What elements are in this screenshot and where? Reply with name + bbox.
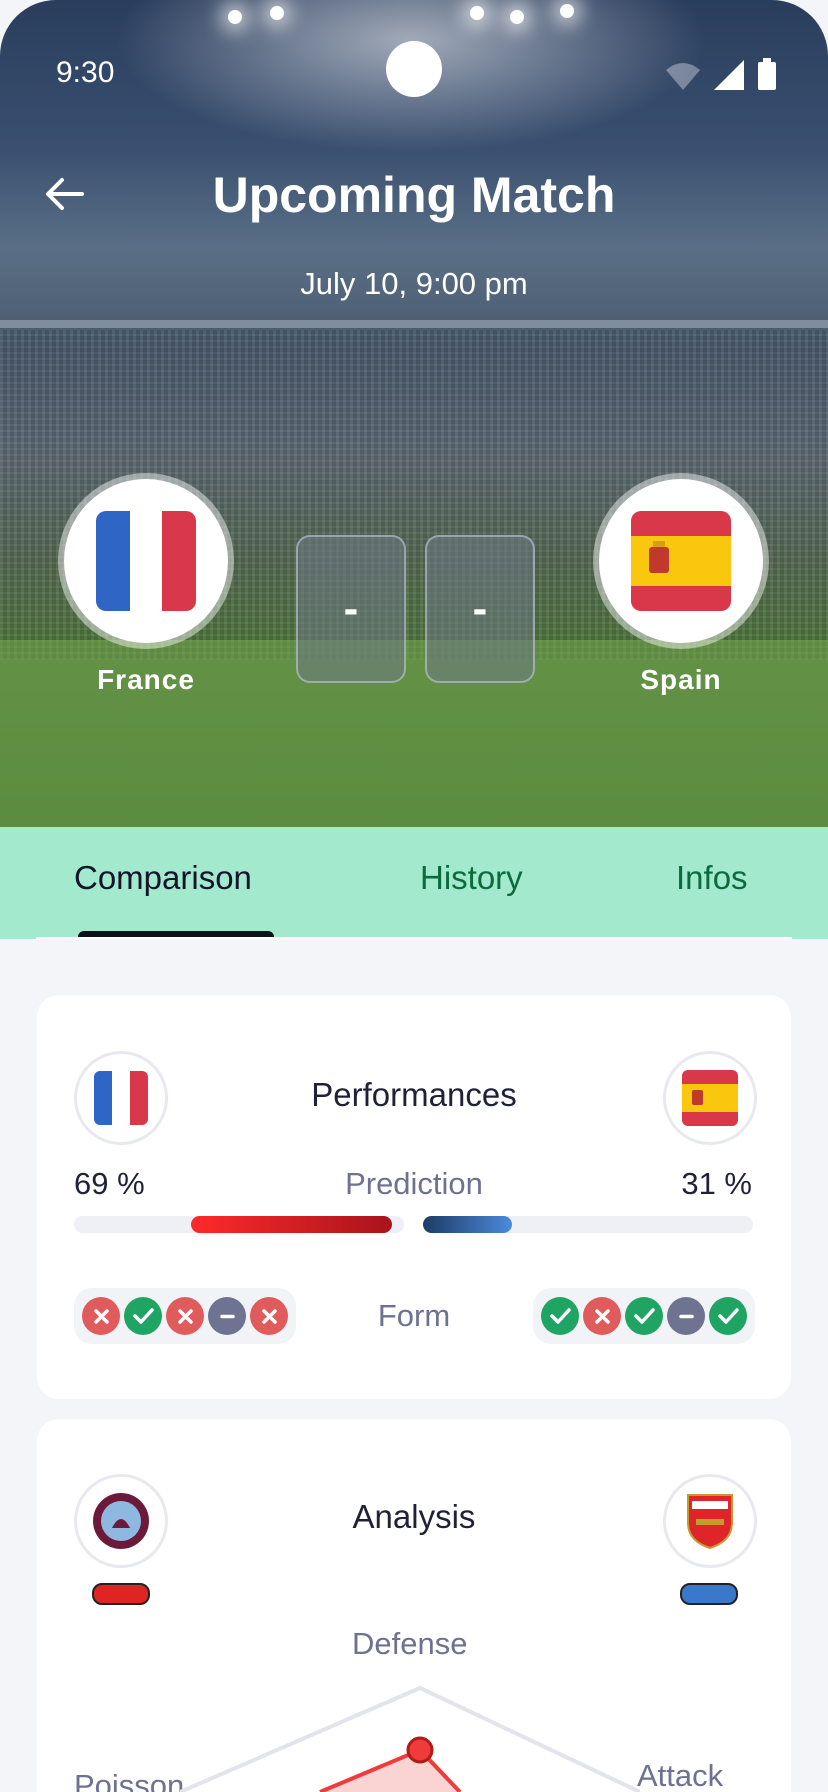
away-score: - [425,535,535,683]
away-color-pill [680,1583,738,1605]
tab-comparison[interactable]: Comparison [74,859,252,897]
radar-label-attack: Attack [637,1758,724,1792]
status-time: 9:30 [56,56,115,89]
home-prediction-bar [190,1216,392,1233]
radar-label-poisson: Poisson [74,1768,185,1792]
home-team-badge[interactable] [64,479,228,643]
floodlight [470,6,484,20]
home-radar-point [406,1736,434,1764]
battery-icon [758,58,776,90]
form-result-win-icon [625,1297,663,1335]
away-form-strip [533,1288,755,1344]
away-prediction-bar [423,1216,513,1233]
stadium-roof [0,320,828,328]
floodlight [228,10,242,24]
form-result-loss-icon [583,1297,621,1335]
spain-flag-icon [631,511,731,611]
away-prediction-pct: 31 % [681,1166,752,1201]
home-color-pill [92,1583,150,1605]
floodlight [560,4,574,18]
form-result-draw-icon [667,1297,705,1335]
tab-bar: Comparison History Infos [0,827,828,939]
prediction-label: Prediction [345,1166,483,1201]
tab-infos[interactable]: Infos [676,859,748,897]
form-result-win-icon [709,1297,747,1335]
wifi-icon [666,63,700,90]
camera-cutout [386,41,442,97]
floodlight [270,6,284,20]
status-icons [666,58,776,90]
screen: 9:30 Upcoming Match July 10, 9:00 pm Fra… [0,0,828,1792]
form-result-win-icon [541,1297,579,1335]
away-prediction-track [423,1216,753,1233]
tab-history[interactable]: History [420,859,523,897]
home-score: - [296,535,406,683]
floodlight [510,10,524,24]
france-flag-icon [96,511,196,611]
away-team-name: Spain [640,664,722,695]
home-prediction-track [74,1216,404,1233]
page-title: Upcoming Match [212,167,616,223]
signal-icon [714,60,744,90]
away-team-badge[interactable] [599,479,763,643]
performances-title: Performances [311,1076,517,1113]
tab-divider [36,937,792,939]
home-radar-area [319,1747,462,1792]
home-team-name: France [97,664,195,695]
match-date: July 10, 9:00 pm [300,266,528,301]
stadium-hero: 9:30 Upcoming Match July 10, 9:00 pm Fra… [0,0,828,827]
analysis-title: Analysis [352,1498,476,1535]
radar-label-defense: Defense [352,1626,468,1661]
radar-chart [180,1685,640,1792]
